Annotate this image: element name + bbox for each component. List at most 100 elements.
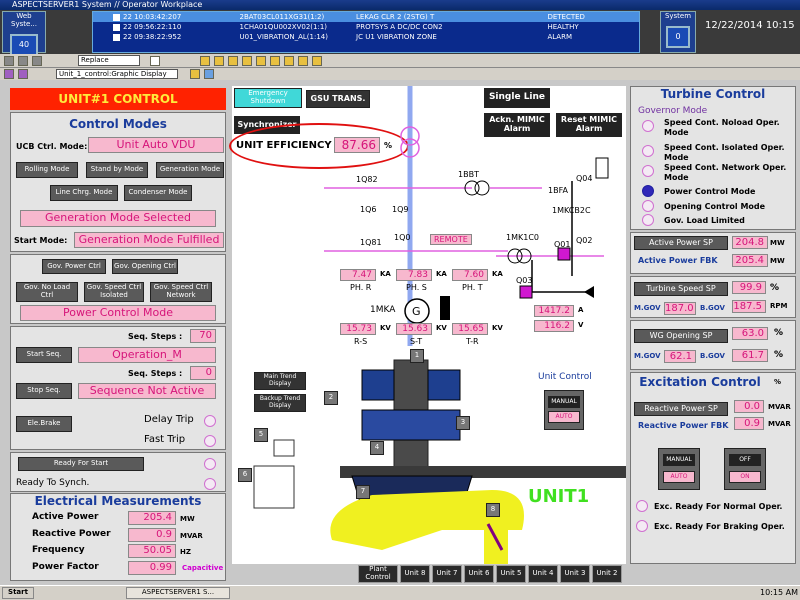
active-power-sp-value: 204.8: [732, 236, 768, 249]
condenser-mode-button[interactable]: Condenser Mode: [124, 185, 192, 201]
marker-2: 2: [324, 391, 338, 405]
tab-unit-4[interactable]: Unit 4: [528, 565, 558, 583]
exc-mode-switch[interactable]: MANUAL AUTO: [658, 448, 700, 490]
mw-unit: MW: [770, 257, 785, 265]
q04-fuse: [595, 157, 609, 179]
reactive-power-value: 0.9: [128, 528, 176, 542]
unit1-label: UNIT1: [528, 486, 590, 507]
gov-option-radio[interactable]: [642, 185, 654, 197]
taskbar-item[interactable]: ASPECTSERVER1 S...: [126, 587, 230, 599]
system-tile[interactable]: System 0: [660, 11, 696, 53]
reactive-power-sp-value: 0.0: [734, 400, 764, 413]
tab-unit-6[interactable]: Unit 6: [464, 565, 494, 583]
gov-option-radio[interactable]: [642, 200, 654, 212]
alarm-row[interactable]: 22 09:38:22:952 U01_VIBRATION_AL(1:14) JC …: [93, 32, 639, 42]
start-seq-button[interactable]: Start Seq.: [16, 347, 72, 363]
reactive-power-unit: MVAR: [180, 532, 203, 540]
alarm-checkbox[interactable]: [113, 24, 120, 31]
gov-option-radio[interactable]: [642, 120, 654, 132]
window-icon[interactable]: [18, 56, 28, 66]
gov-power-ctrl-button[interactable]: Gov. Power Ctrl: [42, 259, 106, 274]
bearing-right: [427, 369, 461, 401]
folder-icon[interactable]: [242, 56, 252, 66]
start-button[interactable]: Start: [2, 587, 34, 599]
folder-icon[interactable]: [256, 56, 266, 66]
window-icon[interactable]: [4, 56, 14, 66]
tab-unit-7[interactable]: Unit 7: [432, 565, 462, 583]
folder-icon[interactable]: [200, 56, 210, 66]
unit-mode-switch[interactable]: MANUAL AUTO: [544, 390, 584, 430]
gov-speed-isolated-button[interactable]: Gov. Speed Ctrl Isolated: [84, 282, 144, 302]
field-current-unit: A: [578, 306, 584, 314]
gov-noload-ctrl-button[interactable]: Gov. No Load Ctrl: [16, 282, 78, 302]
window-icon[interactable]: [32, 56, 42, 66]
display-select[interactable]: Unit_1_control:Graphic Display: [56, 69, 178, 79]
forward-icon[interactable]: [18, 69, 28, 79]
gov-speed-network-button[interactable]: Gov. Speed Ctrl Network: [150, 282, 212, 302]
current-ph-s: 7.83: [396, 269, 432, 281]
folder-icon[interactable]: [284, 56, 294, 66]
folder-icon[interactable]: [228, 56, 238, 66]
folder-icon[interactable]: [312, 56, 322, 66]
bgov-speed-value: 187.5: [732, 300, 766, 313]
system-date: 12/22/2014 10:15: [705, 20, 795, 31]
gov-option-radio[interactable]: [642, 145, 654, 157]
ele-brake-button[interactable]: Ele.Brake: [16, 416, 72, 432]
tab-unit-3[interactable]: Unit 3: [560, 565, 590, 583]
control-modes-title: Control Modes: [69, 117, 167, 131]
turbine-speed-sp-button[interactable]: Turbine Speed SP: [634, 282, 728, 296]
q81-label: 1Q81: [360, 238, 382, 247]
tab-plant-control[interactable]: Plant Control: [358, 565, 398, 583]
alarm-checkbox[interactable]: [113, 34, 120, 41]
exc-braking-indicator: [636, 520, 648, 532]
q9-label: 1Q9: [392, 205, 409, 214]
unit-control-title: UNIT#1 CONTROL: [10, 88, 226, 110]
back-icon[interactable]: [4, 69, 14, 79]
gov-option-radio[interactable]: [642, 214, 654, 226]
start-mode-value: Generation Mode Fulfilled: [74, 232, 224, 248]
seq-steps-label: Seq. Steps :: [128, 332, 183, 341]
replace-select[interactable]: Replace: [78, 55, 140, 66]
active-power-fbk-value: 205.4: [732, 254, 768, 267]
generation-mode-button[interactable]: Generation Mode: [156, 162, 224, 178]
percent-unit: %: [770, 283, 780, 293]
gov-opening-ctrl-button[interactable]: Gov. Opening Ctrl: [112, 259, 178, 274]
reactive-power-fbk-label: Reactive Power FBK: [638, 421, 729, 430]
voltage-st: 15.63: [396, 323, 432, 335]
folder-icon[interactable]: [190, 69, 200, 79]
exc-onoff-switch[interactable]: OFF ON: [724, 448, 766, 490]
alarm-row[interactable]: 22 09:56:22:110 1CHA01QU002XV02(1:1) PROTS…: [93, 22, 639, 32]
alarm-list[interactable]: 22 10:03:42:207 2BAT03CL011XG31(1:2) LEKAG…: [92, 11, 640, 53]
active-power-unit: MW: [180, 515, 195, 523]
folder-icon[interactable]: [214, 56, 224, 66]
folder-icon[interactable]: [270, 56, 280, 66]
mgov-label: M.GOV: [634, 352, 661, 360]
tab-unit-8[interactable]: Unit 8: [400, 565, 430, 583]
electrical-title: Electrical Measurements: [34, 494, 202, 508]
start-mode-label: Start Mode:: [14, 236, 68, 245]
folder-icon[interactable]: [298, 56, 308, 66]
tab-unit-5[interactable]: Unit 5: [496, 565, 526, 583]
bgov-label: B.GOV: [700, 304, 725, 312]
field-voltage-value: 116.2: [534, 320, 574, 332]
reactive-power-sp-button[interactable]: Reactive Power SP: [634, 402, 728, 416]
active-power-sp-button[interactable]: Active Power SP: [634, 236, 728, 250]
rolling-mode-button[interactable]: Rolling Mode: [16, 162, 78, 178]
marker-1: 1: [410, 349, 424, 363]
wg-opening-sp-button[interactable]: WG Opening SP: [634, 329, 728, 343]
alarm-checkbox[interactable]: [113, 14, 120, 21]
ready-for-start-indicator: [204, 458, 216, 470]
print-icon[interactable]: [204, 69, 214, 79]
web-system-tile[interactable]: Web Syste... 40: [2, 11, 46, 56]
q03-breaker: [519, 285, 533, 299]
stop-seq-button[interactable]: Stop Seq.: [16, 383, 72, 399]
tab-unit-2[interactable]: Unit 2: [592, 565, 622, 583]
star-icon[interactable]: [150, 56, 160, 66]
line-charging-mode-button[interactable]: Line Chrg. Mode: [50, 185, 118, 201]
q82-label: 1Q82: [356, 175, 378, 184]
ready-for-start-button[interactable]: Ready For Start: [18, 457, 144, 471]
alarm-row[interactable]: 22 10:03:42:207 2BAT03CL011XG31(1:2) LEKAG…: [93, 12, 639, 22]
control-modes-panel: [10, 112, 226, 252]
gov-option-radio[interactable]: [642, 165, 654, 177]
standby-mode-button[interactable]: Stand by Mode: [86, 162, 148, 178]
